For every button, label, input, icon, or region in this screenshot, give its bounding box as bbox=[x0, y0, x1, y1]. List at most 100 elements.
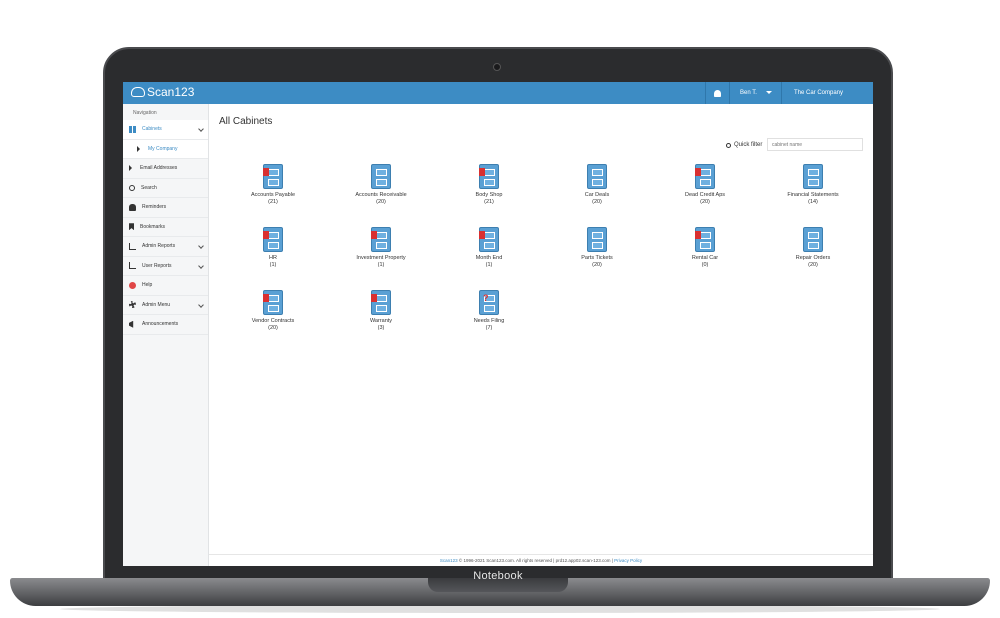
sidebar-item-bookmarks[interactable]: Bookmarks bbox=[123, 218, 208, 237]
help-icon bbox=[129, 281, 136, 289]
search-icon bbox=[726, 142, 731, 148]
sidebar-item-help[interactable]: Help bbox=[123, 276, 208, 296]
file-cabinet-icon bbox=[479, 227, 499, 252]
alert-flag-icon bbox=[263, 168, 269, 176]
cabinet-name: Repair Orders bbox=[795, 255, 831, 261]
file-cabinet-icon bbox=[803, 164, 823, 189]
cabinet-count: (1) bbox=[485, 262, 493, 268]
file-cabinet-icon bbox=[695, 164, 715, 189]
cabinet-count: (7) bbox=[485, 325, 493, 331]
file-cabinet-icon bbox=[587, 227, 607, 252]
logo[interactable]: Scan123 bbox=[131, 85, 194, 99]
cabinet-count: (14) bbox=[808, 199, 818, 205]
sidebar-item-reminders[interactable]: Reminders bbox=[123, 198, 208, 218]
file-cabinet-icon: ? bbox=[479, 290, 499, 315]
cabinet-item[interactable]: Accounts Receivable (20) bbox=[331, 164, 431, 205]
cabinet-name: Car Deals bbox=[584, 192, 610, 198]
privacy-policy-link[interactable]: Privacy Policy bbox=[614, 558, 642, 563]
alert-flag-icon bbox=[479, 231, 485, 239]
cabinet-item[interactable]: Dead Credit Aps (20) bbox=[655, 164, 755, 205]
sidebar-item-admin-reports[interactable]: Admin Reports bbox=[123, 237, 208, 257]
cabinet-item[interactable]: Rental Car (0) bbox=[655, 227, 755, 268]
bell-icon bbox=[714, 89, 721, 97]
file-cabinet-icon bbox=[479, 164, 499, 189]
sidebar-item-admin-menu[interactable]: Admin Menu bbox=[123, 296, 208, 315]
page-title: All Cabinets bbox=[219, 116, 273, 127]
sidebar-item-label: Cabinets bbox=[142, 126, 162, 133]
footer-text: © 1996-2021 Scan123.com. All rights rese… bbox=[457, 558, 615, 563]
gear-icon bbox=[129, 301, 136, 309]
cabinet-item[interactable]: Body Shop (21) bbox=[439, 164, 539, 205]
megaphone-icon bbox=[129, 320, 134, 328]
sidebar-item-label: Admin Menu bbox=[142, 301, 171, 308]
search-icon bbox=[129, 184, 135, 191]
laptop-shadow bbox=[60, 605, 940, 613]
sidebar-item-my-company[interactable]: My Company bbox=[123, 139, 208, 159]
cabinet-name: Vendor Contracts bbox=[251, 318, 295, 324]
sidebar-item-label: Admin Reports bbox=[142, 243, 176, 250]
alert-flag-icon bbox=[479, 168, 485, 176]
sidebar-item-label: User Reports bbox=[142, 262, 172, 269]
file-cabinet-icon bbox=[587, 164, 607, 189]
quick-filter-text: Quick filter bbox=[734, 142, 763, 148]
cabinet-name: Investment Property bbox=[356, 255, 406, 261]
cabinet-count: (21) bbox=[268, 199, 278, 205]
chevron-down-icon bbox=[198, 262, 204, 269]
chevron-down-icon bbox=[198, 301, 204, 308]
notebook-label: Notebook bbox=[473, 570, 523, 582]
alert-flag-icon bbox=[371, 294, 377, 302]
sidebar-item-user-reports[interactable]: User Reports bbox=[123, 257, 208, 276]
cabinet-item[interactable]: Investment Property (1) bbox=[331, 227, 431, 268]
chart-icon bbox=[129, 262, 136, 270]
cabinet-name: Month End bbox=[475, 255, 503, 261]
cabinet-count: (20) bbox=[592, 199, 602, 205]
cabinet-item[interactable]: ? Needs Filing (7) bbox=[439, 290, 539, 331]
footer-brand-link[interactable]: Scan123 bbox=[440, 558, 458, 563]
sidebar-item-cabinets[interactable]: Cabinets bbox=[123, 120, 208, 140]
cabinet-name: HR bbox=[269, 255, 277, 261]
sidebar-item-email-addresses[interactable]: Email Addresses bbox=[123, 159, 208, 179]
file-cabinet-icon bbox=[263, 290, 283, 315]
alert-flag-icon bbox=[695, 231, 701, 239]
screen: Scan123 Ben T. The Car Company Navigatio… bbox=[123, 82, 873, 566]
alert-flag-icon bbox=[263, 231, 269, 239]
file-cabinet-icon bbox=[263, 164, 283, 189]
cabinet-item[interactable]: Repair Orders (20) bbox=[763, 227, 863, 268]
cabinet-name: Accounts Payable bbox=[250, 192, 296, 198]
user-menu[interactable]: Ben T. bbox=[729, 82, 781, 104]
cabinet-name: Needs Filing bbox=[473, 318, 505, 324]
file-cabinet-icon bbox=[371, 290, 391, 315]
sidebar: Navigation Cabinets My Company Email Add… bbox=[123, 104, 209, 566]
chevron-down-icon bbox=[198, 243, 204, 249]
sidebar-item-label: Search bbox=[141, 184, 157, 191]
sidebar-item-announcements[interactable]: Announcements bbox=[123, 315, 208, 335]
cabinet-item[interactable]: Financial Statements (14) bbox=[763, 164, 863, 205]
nav-heading: Navigation bbox=[133, 110, 157, 116]
question-mark-icon: ? bbox=[483, 293, 489, 303]
company-switcher[interactable]: The Car Company bbox=[781, 82, 873, 104]
cabinet-item[interactable]: Vendor Contracts (20) bbox=[223, 290, 323, 331]
app-header: Scan123 Ben T. The Car Company bbox=[123, 82, 873, 104]
cabinet-name: Body Shop bbox=[475, 192, 503, 198]
chevron-down-icon bbox=[198, 126, 204, 132]
cabinet-count: (20) bbox=[808, 262, 818, 268]
cabinet-name: Warranty bbox=[369, 318, 393, 324]
cabinet-item[interactable]: Parts Tickets (20) bbox=[547, 227, 647, 268]
alert-flag-icon bbox=[695, 168, 701, 176]
cabinet-item[interactable]: HR (1) bbox=[223, 227, 323, 268]
file-cabinet-icon bbox=[695, 227, 715, 252]
cloud-icon bbox=[131, 87, 145, 97]
cabinet-item[interactable]: Warranty (3) bbox=[331, 290, 431, 331]
sidebar-item-label: Announcements bbox=[142, 321, 179, 328]
notifications-button[interactable] bbox=[705, 82, 729, 104]
bookmark-icon bbox=[129, 223, 134, 231]
sidebar-item-label: Help bbox=[142, 282, 153, 289]
user-name: Ben T. bbox=[740, 90, 757, 96]
grid-icon bbox=[129, 125, 136, 133]
quick-filter-input[interactable] bbox=[767, 138, 863, 151]
cabinet-item[interactable]: Accounts Payable (21) bbox=[223, 164, 323, 205]
cabinet-item[interactable]: Car Deals (20) bbox=[547, 164, 647, 205]
cabinet-item[interactable]: Month End (1) bbox=[439, 227, 539, 268]
sidebar-item-search[interactable]: Search bbox=[123, 179, 208, 198]
caret-down-icon bbox=[766, 91, 772, 94]
